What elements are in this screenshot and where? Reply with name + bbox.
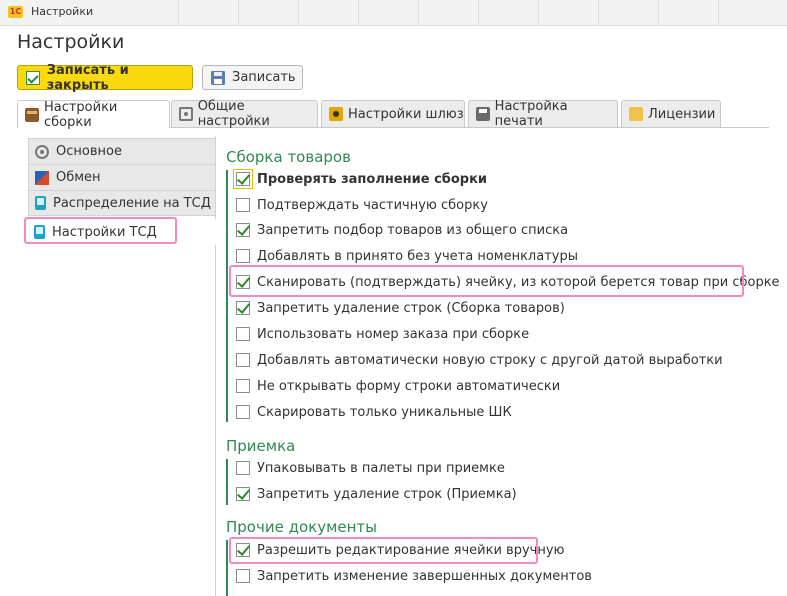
checkbox-label: Скарировать только уникальные ШК: [257, 404, 512, 420]
gear-icon: [179, 107, 193, 121]
checkbox-allow-cell-edit[interactable]: Разрешить редактирование ячейки вручную: [236, 541, 564, 559]
checkbox-forbid-delete-receiving[interactable]: Запретить удаление строк (Приемка): [236, 485, 517, 503]
exchange-icon: [35, 170, 49, 185]
tab-label: Настройки шлюз: [348, 106, 464, 122]
save-and-close-button[interactable]: Записать и закрыть: [17, 62, 193, 93]
title-divider: [238, 0, 239, 25]
checkbox-box[interactable]: [236, 301, 250, 315]
checkbox-label: Использовать номер заказа при сборке: [257, 326, 530, 342]
checkbox-box[interactable]: [233, 169, 253, 189]
checkbox-box[interactable]: [236, 379, 250, 393]
title-divider: [478, 0, 479, 25]
checkbox-check-assembly-fill[interactable]: Проверять заполнение сборки: [233, 169, 488, 189]
checkbox-pack-pallets[interactable]: Упаковывать в палеты при приемке: [236, 459, 505, 477]
group-bar-receiving: [226, 459, 228, 505]
checkbox-box[interactable]: [236, 487, 250, 501]
title-divider: [298, 0, 299, 25]
checkbox-box[interactable]: [236, 569, 250, 583]
checkbox-label: Запретить изменение завершенных документ…: [257, 568, 592, 584]
title-divider: [718, 0, 719, 25]
checkbox-box[interactable]: [236, 223, 250, 237]
group-title-receiving: Приемка: [226, 437, 296, 455]
group-title-other: Прочие документы: [226, 518, 378, 536]
window-title-bar: 1С Настройки: [0, 0, 787, 26]
save-close-icon: [26, 70, 40, 85]
tab-licenses[interactable]: Лицензии: [621, 100, 721, 127]
checkbox-unique-barcodes[interactable]: Скарировать только уникальные ШК: [236, 403, 512, 421]
form-title: Настройки: [17, 31, 125, 53]
printer-icon: [476, 107, 490, 121]
checkbox-label: Разрешить редактирование ячейки вручную: [257, 542, 565, 558]
checkbox-forbid-delete-assembly[interactable]: Запретить удаление строк (Сборка товаров…: [236, 299, 565, 317]
sidebar-item-main[interactable]: Основное: [28, 138, 216, 164]
tab-general-settings[interactable]: Общие настройки: [171, 99, 318, 129]
checkbox-forbid-edit-completed[interactable]: Запретить изменение завершенных документ…: [236, 567, 592, 585]
title-divider: [598, 0, 599, 25]
tab-gateway-settings[interactable]: Настройки шлюз: [321, 100, 465, 127]
title-divider: [178, 0, 179, 25]
checkbox-confirm-partial[interactable]: Подтверждать частичную сборку: [236, 196, 488, 214]
save-button[interactable]: Записать: [202, 65, 303, 90]
checkbox-label: Упаковывать в палеты при приемке: [257, 460, 505, 476]
sidebar-item-exchange[interactable]: Обмен: [28, 164, 216, 190]
sidebar-item-tsd-settings[interactable]: Настройки ТСД: [28, 219, 216, 245]
window-title: Настройки: [31, 5, 94, 18]
group-title-assembly: Сборка товаров: [226, 148, 351, 166]
checkbox-box[interactable]: [236, 353, 250, 367]
checkbox-auto-new-row[interactable]: Добавлять автоматически новую строку с д…: [236, 351, 723, 369]
app-logo-icon: 1С: [8, 6, 23, 18]
title-divider: [538, 0, 539, 25]
checkbox-box[interactable]: [236, 275, 250, 289]
tab-print-settings[interactable]: Настройка печати: [468, 99, 618, 129]
checkbox-forbid-general-list[interactable]: Запретить подбор товаров из общего списк…: [236, 221, 568, 239]
checkbox-box[interactable]: [236, 327, 250, 341]
tab-label: Лицензии: [648, 106, 716, 122]
checkbox-label: Добавлять в принято без учета номенклату…: [257, 248, 578, 264]
checkbox-no-auto-row-form[interactable]: Не открывать форму строки автоматически: [236, 377, 560, 395]
group-bar-other: [226, 540, 228, 596]
tab-label: Настройка печати: [494, 99, 568, 129]
phone-icon: [35, 196, 46, 210]
save-and-close-label: Записать и закрыть: [46, 62, 129, 93]
sidebar-item-label: Настройки ТСД: [52, 224, 157, 240]
license-icon: [629, 107, 643, 121]
checkbox-box[interactable]: [236, 405, 250, 419]
checkbox-box[interactable]: [236, 249, 250, 263]
gateway-icon: [329, 107, 343, 121]
sidebar-item-label: Основное: [56, 144, 122, 159]
checkbox-label: Запретить удаление строк (Сборка товаров…: [257, 300, 565, 316]
checkbox-box[interactable]: [236, 461, 250, 475]
checkbox-scan-cell[interactable]: Сканировать (подтверждать) ячейку, из ко…: [236, 273, 780, 291]
floppy-icon: [211, 70, 225, 85]
checkbox-label: Не открывать форму строки автоматически: [257, 378, 561, 394]
checkbox-use-order-number[interactable]: Использовать номер заказа при сборке: [236, 325, 529, 343]
tab-label: Настройки сборки: [43, 99, 118, 130]
sidebar-item-label: Распределение на ТСД: [53, 195, 211, 211]
sidebar-item-label: Обмен: [56, 170, 101, 185]
box-icon: [25, 107, 39, 122]
title-divider: [418, 0, 419, 25]
save-label: Записать: [232, 70, 296, 85]
checkbox-label: Подтверждать частичную сборку: [257, 197, 488, 213]
checkbox-label: Сканировать (подтверждать) ячейку, из ко…: [257, 274, 780, 290]
tab-assembly-settings[interactable]: Настройки сборки: [17, 99, 170, 130]
title-divider: [658, 0, 659, 25]
checkbox-label: Добавлять автоматически новую строку с д…: [257, 352, 723, 368]
checkbox-add-without-nomenclature[interactable]: Добавлять в принято без учета номенклату…: [236, 247, 578, 265]
tab-label: Общие настройки: [197, 99, 270, 129]
phone-icon: [34, 225, 45, 239]
group-bar-assembly: [226, 170, 228, 422]
checkbox-box[interactable]: [236, 543, 250, 557]
title-divider: [358, 0, 359, 25]
checkbox-label: Запретить подбор товаров из общего списк…: [257, 222, 569, 238]
sidebar-item-distribution[interactable]: Распределение на ТСД: [28, 190, 216, 216]
checkbox-label: Проверять заполнение сборки: [257, 171, 488, 187]
checkbox-box[interactable]: [236, 198, 250, 212]
checkbox-label: Запретить удаление строк (Приемка): [257, 486, 517, 502]
gear-icon: [35, 144, 49, 159]
sidebar: Основное Обмен Распределение на ТСД Наст…: [23, 136, 216, 596]
